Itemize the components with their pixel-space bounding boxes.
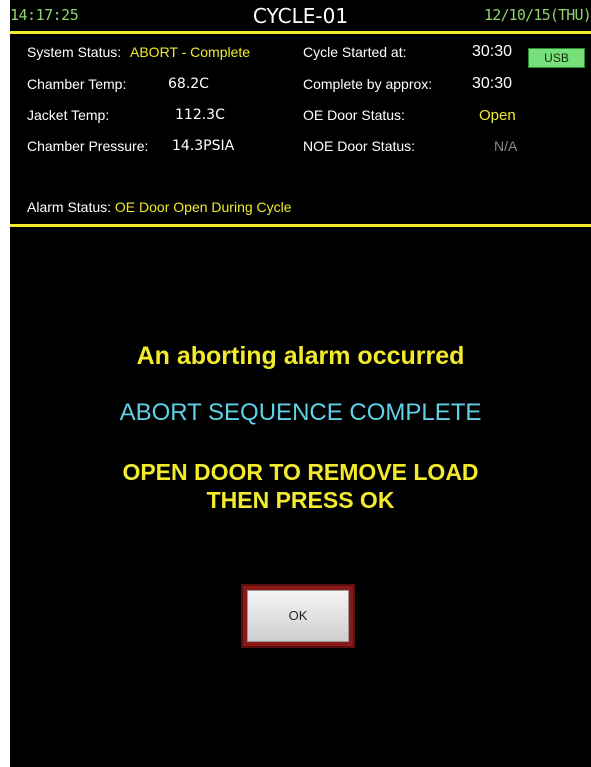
jacket-temp-value: 112.3C — [175, 107, 225, 123]
system-status-value: ABORT - Complete — [130, 44, 251, 60]
status-panel: System Status: ABORT - Complete Cycle St… — [10, 31, 591, 227]
chamber-pressure-value: 14.3PSIA — [172, 138, 235, 154]
jacket-temp-label: Jacket Temp: — [27, 107, 110, 123]
status-row-1: System Status: ABORT - Complete Cycle St… — [10, 43, 591, 66]
system-status-label: System Status: — [27, 44, 122, 60]
noe-door-label: NOE Door Status: — [303, 138, 416, 154]
alarm-status-row: Alarm Status: OE Door Open During Cycle — [27, 199, 292, 215]
hmi-screen: 14:17:25 CYCLE-01 12/10/15(THU) System S… — [10, 0, 591, 767]
date-display: 12/10/15(THU) — [483, 6, 591, 24]
oe-door-value: Open — [479, 107, 516, 124]
ok-button-label: OK — [247, 590, 349, 642]
instruction-line-2: THEN PRESS OK — [206, 487, 395, 513]
chamber-pressure-label: Chamber Pressure: — [27, 138, 149, 154]
complete-by-label: Complete by approx: — [303, 76, 433, 92]
cycle-started-value: 30:30 — [472, 43, 513, 60]
status-row-3: Jacket Temp: 112.3C OE Door Status: Open — [10, 107, 591, 129]
alarm-message: An aborting alarm occurred — [136, 342, 465, 370]
oe-door-label: OE Door Status: — [303, 107, 405, 123]
sequence-message: ABORT SEQUENCE COMPLETE — [119, 399, 482, 426]
alarm-status-value: OE Door Open During Cycle — [114, 199, 292, 215]
instruction-message: OPEN DOOR TO REMOVE LOAD THEN PRESS OK — [10, 458, 591, 514]
ok-button[interactable]: OK — [241, 584, 355, 648]
status-row-2: Chamber Temp: 68.2C Complete by approx: … — [10, 75, 591, 98]
message-area: An aborting alarm occurred ABORT SEQUENC… — [10, 227, 591, 767]
chamber-temp-label: Chamber Temp: — [27, 76, 127, 92]
title-bar: 14:17:25 CYCLE-01 12/10/15(THU) — [10, 0, 591, 31]
usb-button[interactable]: USB — [528, 48, 585, 68]
cycle-started-label: Cycle Started at: — [303, 44, 407, 60]
alarm-status-label: Alarm Status: — [27, 199, 112, 215]
status-row-4: Chamber Pressure: 14.3PSIA NOE Door Stat… — [10, 138, 591, 160]
noe-door-value: N/A — [494, 138, 518, 154]
complete-by-value: 30:30 — [472, 75, 513, 92]
chamber-temp-value: 68.2C — [168, 76, 209, 92]
instruction-line-1: OPEN DOOR TO REMOVE LOAD — [122, 459, 479, 485]
